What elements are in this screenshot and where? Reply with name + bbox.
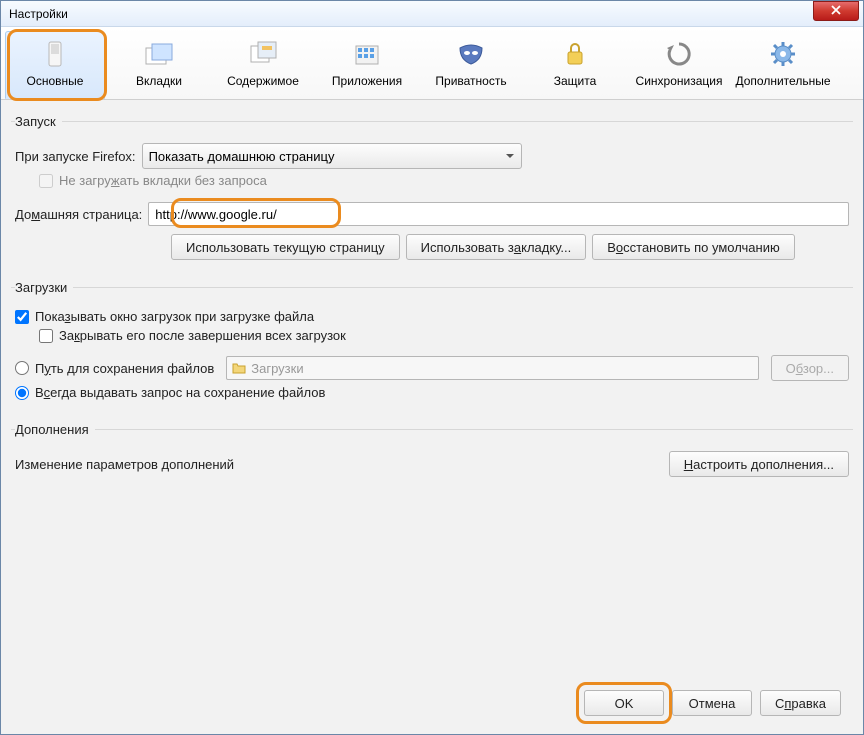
help-button[interactable]: Справка — [760, 690, 841, 716]
close-button[interactable] — [813, 1, 859, 21]
switch-icon — [39, 38, 71, 70]
settings-window: Настройки Основные Вкладки Содержи — [0, 0, 864, 735]
tab-sync[interactable]: Синхронизация — [629, 31, 729, 99]
content-area: Запуск При запуске Firefox: Показать дом… — [1, 100, 863, 734]
legend-addons: Дополнения — [15, 422, 95, 437]
tab-label: Содержимое — [227, 74, 299, 88]
tab-label: Защита — [554, 74, 597, 88]
tab-label: Приложения — [332, 74, 402, 88]
btn-restore-default[interactable]: Восстановить по умолчанию — [592, 234, 794, 260]
homepage-label: Домашняя страница: — [15, 207, 142, 222]
browse-button[interactable]: Обзор... — [771, 355, 849, 381]
tab-content[interactable]: Содержимое — [213, 31, 313, 99]
addons-desc: Изменение параметров дополнений — [15, 457, 234, 472]
dont-load-tabs-checkbox[interactable] — [39, 174, 53, 188]
tab-label: Синхронизация — [636, 74, 723, 88]
tabs-icon — [143, 38, 175, 70]
sync-icon — [663, 38, 695, 70]
startup-action-select[interactable]: Показать домашнюю страницу — [142, 143, 522, 169]
folder-icon — [232, 360, 246, 377]
window-title: Настройки — [9, 7, 813, 21]
tab-privacy[interactable]: Приватность — [421, 31, 521, 99]
configure-addons-button[interactable]: Настроить дополнения... — [669, 451, 849, 477]
homepage-input[interactable] — [148, 202, 849, 226]
tab-label: Вкладки — [136, 74, 182, 88]
tab-applications[interactable]: Приложения — [317, 31, 417, 99]
footer-buttons: OK Отмена Справка — [584, 690, 841, 716]
tab-label: Дополнительные — [736, 74, 831, 88]
btn-use-current[interactable]: Использовать текущую страницу — [171, 234, 400, 260]
save-path-label: Путь для сохранения файлов — [35, 361, 214, 376]
gear-icon — [767, 38, 799, 70]
lock-icon — [559, 38, 591, 70]
tab-label: Основные — [27, 74, 84, 88]
save-path-radio[interactable] — [15, 361, 29, 375]
btn-use-bookmark[interactable]: Использовать закладку... — [406, 234, 587, 260]
tab-label: Приватность — [435, 74, 506, 88]
save-path-input — [226, 356, 758, 380]
close-after-label: Закрывать его после завершения всех загр… — [59, 328, 346, 343]
content-icon — [247, 38, 279, 70]
always-ask-label: Всегда выдавать запрос на сохранение фай… — [35, 385, 325, 400]
dont-load-tabs-label: Не загружать вкладки без запроса — [59, 173, 267, 188]
startup-action-label: При запуске Firefox: — [15, 149, 136, 164]
applications-icon — [351, 38, 383, 70]
legend-downloads: Загрузки — [15, 280, 73, 295]
tab-general[interactable]: Основные — [5, 31, 105, 99]
group-startup: Запуск При запуске Firefox: Показать дом… — [11, 114, 853, 266]
group-addons: Дополнения Изменение параметров дополнен… — [11, 422, 853, 485]
tab-advanced[interactable]: Дополнительные — [733, 31, 833, 99]
tab-security[interactable]: Защита — [525, 31, 625, 99]
legend-startup: Запуск — [15, 114, 62, 129]
titlebar: Настройки — [1, 1, 863, 27]
close-icon — [831, 3, 841, 18]
close-after-checkbox[interactable] — [39, 329, 53, 343]
ok-button[interactable]: OK — [584, 690, 664, 716]
tab-tabs[interactable]: Вкладки — [109, 31, 209, 99]
show-downloads-checkbox[interactable] — [15, 310, 29, 324]
show-downloads-label: Показывать окно загрузок при загрузке фа… — [35, 309, 314, 324]
mask-icon — [455, 38, 487, 70]
startup-action-select-wrap: Показать домашнюю страницу — [142, 143, 522, 169]
cancel-button[interactable]: Отмена — [672, 690, 752, 716]
toolbar: Основные Вкладки Содержимое Приложения П… — [1, 27, 863, 100]
always-ask-radio[interactable] — [15, 386, 29, 400]
group-downloads: Загрузки Показывать окно загрузок при за… — [11, 280, 853, 408]
